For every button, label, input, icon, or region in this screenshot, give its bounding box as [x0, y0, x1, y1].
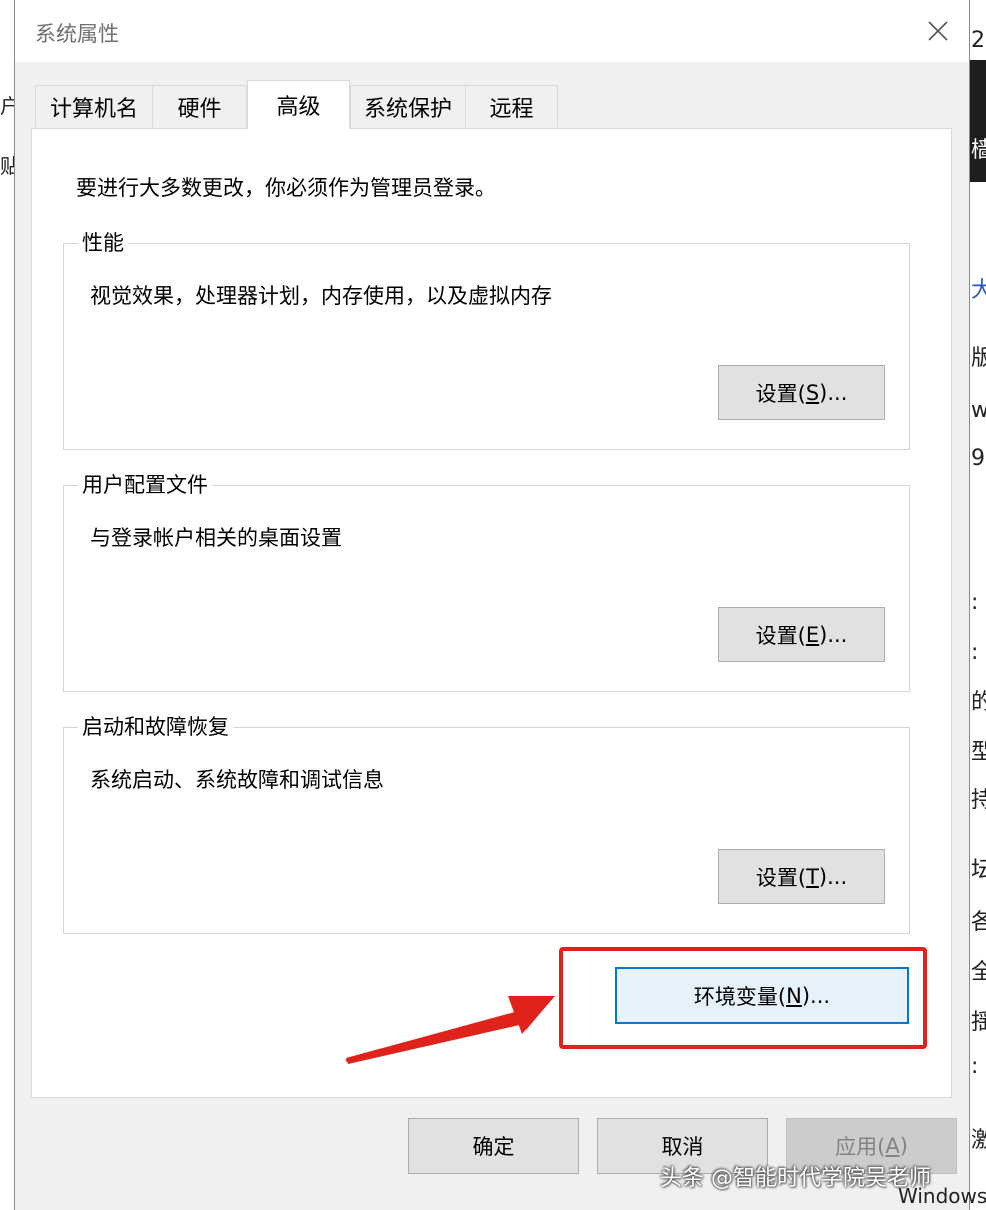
background-text: 型: [971, 740, 986, 765]
tab-hardware[interactable]: 硬件: [152, 85, 247, 127]
background-window-right: 2 樯 大 版 w 9 : : 的 型 持 坛 各 全 揺 : 激: [970, 0, 986, 1210]
background-text: 激: [971, 1128, 986, 1153]
access-key: T: [806, 864, 819, 889]
startup-recovery-description: 系统启动、系统故障和调试信息: [90, 768, 384, 792]
background-window-left: 户 贴: [0, 0, 20, 215]
window-title: 系统属性: [35, 22, 119, 46]
tab-computer-name[interactable]: 计算机名: [35, 85, 153, 127]
user-profiles-group-title: 用户配置文件: [78, 472, 212, 498]
highlight-box: [559, 947, 927, 1049]
background-text: 持: [971, 788, 986, 813]
startup-recovery-group: 启动和故障恢复 系统启动、系统故障和调试信息 设置(T)...: [63, 714, 910, 934]
background-text: 樯: [971, 138, 986, 163]
access-key: A: [885, 1134, 900, 1158]
tab-advanced[interactable]: 高级: [247, 80, 350, 129]
advanced-tab-panel: 要进行大多数更改，你必须作为管理员登录。 性能 视觉效果，处理器计划，内存使用，…: [31, 128, 952, 1098]
background-text: :: [971, 640, 979, 665]
performance-description: 视觉效果，处理器计划，内存使用，以及虚拟内存: [90, 284, 552, 308]
startup-recovery-settings-button[interactable]: 设置(T)...: [718, 849, 885, 904]
access-key: E: [805, 622, 820, 647]
background-text: :: [971, 590, 979, 615]
title-bar[interactable]: 系统属性: [15, 0, 969, 62]
button-label: 设置(: [755, 865, 807, 890]
background-text: :: [971, 1054, 979, 1079]
tab-system-protection[interactable]: 系统保护: [350, 85, 466, 127]
performance-settings-button[interactable]: 设置(S)...: [718, 365, 885, 420]
background-text: 9: [971, 446, 985, 471]
close-icon: [928, 21, 948, 41]
system-properties-dialog: 系统属性 计算机名 硬件 高级 系统保护 远程 要进行大多数更改，你必须作为管理…: [14, 0, 970, 1210]
user-profiles-settings-button[interactable]: 设置(E)...: [718, 607, 885, 662]
button-label: 设置(: [755, 381, 806, 406]
background-text: 的: [971, 690, 986, 715]
button-label: 设置(: [755, 623, 806, 648]
background-text: 大: [971, 278, 986, 303]
user-profiles-description: 与登录帐户相关的桌面设置: [90, 526, 342, 550]
background-text: 坛: [971, 858, 986, 883]
close-button[interactable]: [907, 0, 969, 62]
user-profiles-group: 用户配置文件 与登录帐户相关的桌面设置 设置(E)...: [63, 472, 910, 692]
access-key: S: [805, 380, 820, 405]
ok-button[interactable]: 确定: [408, 1118, 579, 1174]
background-text: 全: [971, 960, 986, 985]
watermark: 头条 @智能时代学院吴老师: [660, 1166, 931, 1191]
button-label: )...: [819, 380, 848, 405]
button-label: 应用(: [835, 1135, 886, 1159]
button-label: )...: [818, 864, 848, 889]
performance-group-title: 性能: [78, 230, 128, 256]
startup-recovery-group-title: 启动和故障恢复: [78, 714, 233, 740]
button-label: )...: [819, 622, 848, 647]
admin-notice: 要进行大多数更改，你必须作为管理员登录。: [76, 176, 496, 200]
background-text: 版: [971, 346, 986, 371]
background-text: w: [971, 398, 986, 423]
button-label: ): [899, 1134, 908, 1158]
background-text: 各: [971, 910, 986, 935]
background-text: 揺: [971, 1010, 986, 1035]
performance-group: 性能 视觉效果，处理器计划，内存使用，以及虚拟内存 设置(S)...: [63, 230, 910, 450]
background-text: 2: [971, 28, 985, 53]
tab-remote[interactable]: 远程: [465, 85, 558, 127]
